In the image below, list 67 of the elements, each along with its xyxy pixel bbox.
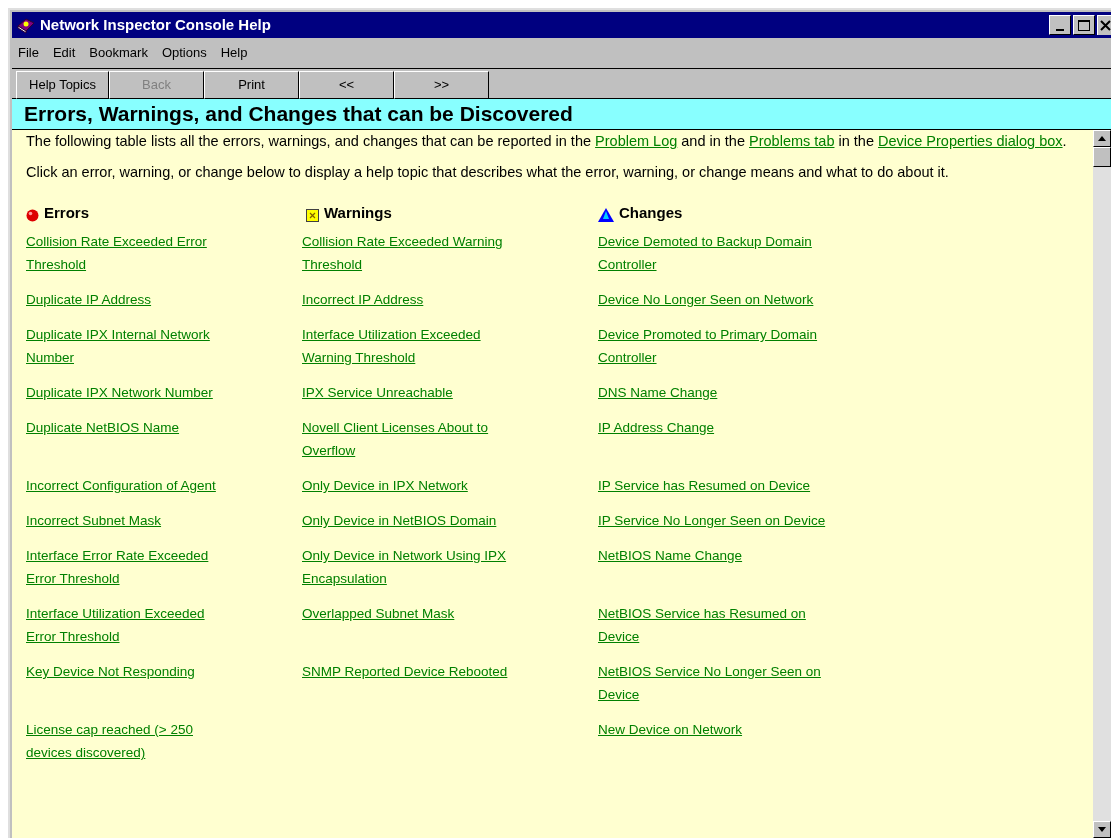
topic-link[interactable]: SNMP Reported Device Rebooted <box>302 660 514 683</box>
maximize-button[interactable] <box>1073 15 1095 35</box>
menu-item[interactable]: Help <box>220 43 248 63</box>
topic-link[interactable]: Device Properties dialog box <box>878 133 1063 149</box>
warning-square-icon <box>306 209 319 222</box>
intro-paragraph: The following table lists all the errors, warnings, and changes that can be reported in the Problem Log and in the Problems tab in the Device Properties dialog box. <box>26 132 1068 151</box>
topic-link[interactable]: Duplicate IPX Network Number <box>26 381 226 404</box>
topic-link[interactable]: NetBIOS Name Change <box>598 544 836 567</box>
topic-link[interactable]: IPX Service Unreachable <box>302 381 514 404</box>
topic-link[interactable]: Collision Rate Exceeded Error Threshold <box>26 230 226 276</box>
toolbar-button[interactable]: >> <box>394 71 489 99</box>
instructions-paragraph: Click an error, warning, or change below to display a help topic that describes what the error, warning, or change means and what to do about it. <box>26 163 950 182</box>
down-arrow-icon <box>1098 827 1106 832</box>
up-arrow-icon <box>1098 136 1106 141</box>
minimize-icon <box>1056 29 1064 31</box>
topic-link[interactable]: Device Demoted to Backup Domain Controller <box>598 230 836 276</box>
topic-link[interactable]: IP Service has Resumed on Device <box>598 474 836 497</box>
topic-link[interactable]: IP Address Change <box>598 416 836 439</box>
topic-link[interactable]: Interface Utilization Exceeded Warning Threshold <box>302 323 514 369</box>
menu-item[interactable]: Edit <box>52 43 76 63</box>
vertical-scrollbar[interactable] <box>1093 130 1111 838</box>
topic-link[interactable]: Only Device in IPX Network <box>302 474 514 497</box>
topic-link[interactable]: Interface Utilization Exceeded Error Threshold <box>26 602 226 648</box>
topic-link[interactable]: Duplicate IP Address <box>26 288 226 311</box>
close-icon <box>1100 20 1111 31</box>
toolbar-button[interactable]: Help Topics <box>16 71 109 99</box>
topic-link[interactable]: Collision Rate Exceeded Warning Threshold <box>302 230 514 276</box>
topic-link[interactable]: Overlapped Subnet Mask <box>302 602 514 625</box>
triangle-icon <box>598 208 614 222</box>
scroll-up-button[interactable] <box>1093 130 1111 147</box>
close-button[interactable] <box>1097 15 1111 35</box>
topic-link[interactable]: Incorrect IP Address <box>302 288 514 311</box>
toolbar-button[interactable]: Print <box>204 71 299 99</box>
toolbar-button[interactable]: << <box>299 71 394 99</box>
window-title: Network Inspector Console Help <box>40 14 271 35</box>
topic-link[interactable]: Device Promoted to Primary Domain Controller <box>598 323 836 369</box>
topic-link[interactable]: Novell Client Licenses About to Overflow <box>302 416 514 462</box>
topic-link[interactable]: IP Service No Longer Seen on Device <box>598 509 836 532</box>
topic-link[interactable]: Device No Longer Seen on Network <box>598 288 836 311</box>
scroll-down-button[interactable] <box>1093 821 1111 838</box>
topic-link[interactable]: NetBIOS Service No Longer Seen on Device <box>598 660 836 706</box>
topic-link[interactable]: Only Device in NetBIOS Domain <box>302 509 514 532</box>
topic-link[interactable]: Interface Error Rate Exceeded Error Threshold <box>26 544 226 590</box>
column-heading: Changes <box>619 204 683 222</box>
menu-item[interactable]: Options <box>161 43 207 63</box>
maximize-icon <box>1078 19 1090 31</box>
scroll-thumb[interactable] <box>1093 147 1111 167</box>
column-heading: Warnings <box>324 204 392 222</box>
error-ball-icon <box>26 209 39 222</box>
column-heading: Errors <box>44 204 90 222</box>
topic-link[interactable]: License cap reached (> 250 devices discovered) <box>26 718 226 764</box>
topic-heading: Errors, Warnings, and Changes that can be Discovered <box>24 101 573 128</box>
help-book-icon <box>16 16 36 34</box>
minimize-button[interactable] <box>1049 15 1071 35</box>
topic-link[interactable]: Duplicate NetBIOS Name <box>26 416 226 439</box>
topic-link[interactable]: NetBIOS Service has Resumed on Device <box>598 602 836 648</box>
topic-link[interactable]: Incorrect Subnet Mask <box>26 509 226 532</box>
topic-link[interactable]: Incorrect Configuration of Agent <box>26 474 226 497</box>
topic-link[interactable]: Only Device in Network Using IPX Encapsulation <box>302 544 514 590</box>
menu-item[interactable]: File <box>18 43 39 63</box>
topic-link[interactable]: Problems tab <box>749 133 835 149</box>
menu-item[interactable]: Bookmark <box>89 43 148 63</box>
topic-link[interactable]: Key Device Not Responding <box>26 660 226 683</box>
topic-link[interactable]: Problem Log <box>595 133 678 149</box>
topic-link[interactable]: New Device on Network <box>598 718 836 741</box>
topic-link[interactable]: Duplicate IPX Internal Network Number <box>26 323 226 369</box>
topic-link[interactable]: DNS Name Change <box>598 381 836 404</box>
